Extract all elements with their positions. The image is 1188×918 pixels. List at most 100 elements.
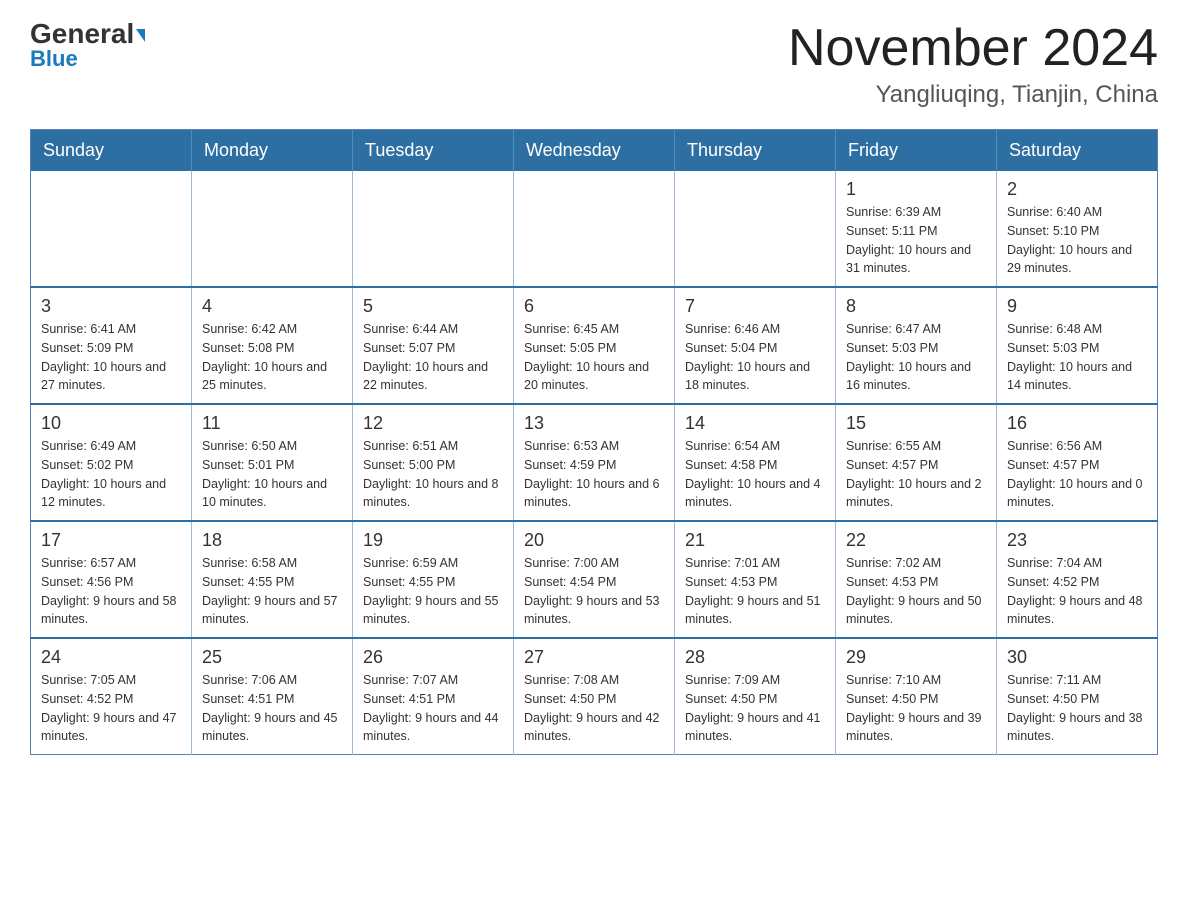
week-row-1: 3 Sunrise: 6:41 AM Sunset: 5:09 PM Daylig…	[31, 287, 1158, 404]
logo: General Blue	[30, 20, 145, 72]
calendar-cell: 13 Sunrise: 6:53 AM Sunset: 4:59 PM Dayli…	[514, 404, 675, 521]
day-info: Sunrise: 6:53 AM Sunset: 4:59 PM Dayligh…	[524, 437, 664, 512]
day-info: Sunrise: 6:51 AM Sunset: 5:00 PM Dayligh…	[363, 437, 503, 512]
day-info: Sunrise: 6:45 AM Sunset: 5:05 PM Dayligh…	[524, 320, 664, 395]
day-info: Sunrise: 7:04 AM Sunset: 4:52 PM Dayligh…	[1007, 554, 1147, 629]
calendar-cell: 8Sunrise: 6:47 AM Sunset: 5:03 PM Daylig…	[836, 287, 997, 404]
day-number: 13	[524, 413, 664, 434]
calendar-table: SundayMondayTuesdayWednesdayThursdayFrid…	[30, 129, 1158, 755]
day-info: Sunrise: 6:56 AM Sunset: 4:57 PM Dayligh…	[1007, 437, 1147, 512]
day-info: Sunrise: 6:39 AM Sunset: 5:11 PM Dayligh…	[846, 203, 986, 278]
day-number: 12	[363, 413, 503, 434]
day-info: Sunrise: 6:46 AM Sunset: 5:04 PM Dayligh…	[685, 320, 825, 395]
day-info: Sunrise: 7:06 AM Sunset: 4:51 PM Dayligh…	[202, 671, 342, 746]
day-number: 25	[202, 647, 342, 668]
header-saturday: Saturday	[997, 130, 1158, 172]
day-number: 7	[685, 296, 825, 317]
day-number: 4	[202, 296, 342, 317]
day-info: Sunrise: 6:57 AM Sunset: 4:56 PM Dayligh…	[41, 554, 181, 629]
calendar-cell: 7 Sunrise: 6:46 AM Sunset: 5:04 PM Daylig…	[675, 287, 836, 404]
calendar-cell: 3 Sunrise: 6:41 AM Sunset: 5:09 PM Daylig…	[31, 287, 192, 404]
week-row-0: 1 Sunrise: 6:39 AM Sunset: 5:11 PM Daylig…	[31, 171, 1158, 287]
day-number: 21	[685, 530, 825, 551]
logo-blue: Blue	[30, 46, 78, 72]
calendar-cell	[514, 171, 675, 287]
day-info: Sunrise: 6:41 AM Sunset: 5:09 PM Dayligh…	[41, 320, 181, 395]
calendar-cell: 5Sunrise: 6:44 AM Sunset: 5:07 PM Daylig…	[353, 287, 514, 404]
day-number: 19	[363, 530, 503, 551]
day-info: Sunrise: 7:01 AM Sunset: 4:53 PM Dayligh…	[685, 554, 825, 629]
header: General Blue November 2024 Yangliuqing, …	[30, 20, 1158, 109]
day-number: 20	[524, 530, 664, 551]
day-info: Sunrise: 7:10 AM Sunset: 4:50 PM Dayligh…	[846, 671, 986, 746]
day-number: 17	[41, 530, 181, 551]
calendar-cell: 6 Sunrise: 6:45 AM Sunset: 5:05 PM Daylig…	[514, 287, 675, 404]
week-row-2: 10 Sunrise: 6:49 AM Sunset: 5:02 PM Dayli…	[31, 404, 1158, 521]
calendar-cell: 17 Sunrise: 6:57 AM Sunset: 4:56 PM Dayli…	[31, 521, 192, 638]
day-info: Sunrise: 7:08 AM Sunset: 4:50 PM Dayligh…	[524, 671, 664, 746]
calendar-cell: 27 Sunrise: 7:08 AM Sunset: 4:50 PM Dayli…	[514, 638, 675, 755]
day-number: 6	[524, 296, 664, 317]
day-number: 1	[846, 179, 986, 200]
day-info: Sunrise: 6:49 AM Sunset: 5:02 PM Dayligh…	[41, 437, 181, 512]
calendar-cell	[192, 171, 353, 287]
calendar-cell: 20 Sunrise: 7:00 AM Sunset: 4:54 PM Dayli…	[514, 521, 675, 638]
calendar-cell: 10 Sunrise: 6:49 AM Sunset: 5:02 PM Dayli…	[31, 404, 192, 521]
calendar-cell: 2 Sunrise: 6:40 AM Sunset: 5:10 PM Daylig…	[997, 171, 1158, 287]
calendar-cell: 18Sunrise: 6:58 AM Sunset: 4:55 PM Dayli…	[192, 521, 353, 638]
month-year-title: November 2024	[788, 20, 1158, 77]
calendar-cell: 4Sunrise: 6:42 AM Sunset: 5:08 PM Daylig…	[192, 287, 353, 404]
day-info: Sunrise: 7:11 AM Sunset: 4:50 PM Dayligh…	[1007, 671, 1147, 746]
day-info: Sunrise: 6:54 AM Sunset: 4:58 PM Dayligh…	[685, 437, 825, 512]
day-number: 10	[41, 413, 181, 434]
calendar-cell	[31, 171, 192, 287]
header-thursday: Thursday	[675, 130, 836, 172]
calendar-cell: 29Sunrise: 7:10 AM Sunset: 4:50 PM Dayli…	[836, 638, 997, 755]
calendar-cell: 30 Sunrise: 7:11 AM Sunset: 4:50 PM Dayli…	[997, 638, 1158, 755]
calendar-cell: 28Sunrise: 7:09 AM Sunset: 4:50 PM Dayli…	[675, 638, 836, 755]
day-info: Sunrise: 6:50 AM Sunset: 5:01 PM Dayligh…	[202, 437, 342, 512]
calendar-cell	[675, 171, 836, 287]
day-number: 2	[1007, 179, 1147, 200]
day-number: 28	[685, 647, 825, 668]
day-number: 3	[41, 296, 181, 317]
week-row-3: 17 Sunrise: 6:57 AM Sunset: 4:56 PM Dayli…	[31, 521, 1158, 638]
day-number: 23	[1007, 530, 1147, 551]
week-row-4: 24Sunrise: 7:05 AM Sunset: 4:52 PM Dayli…	[31, 638, 1158, 755]
calendar-cell: 1 Sunrise: 6:39 AM Sunset: 5:11 PM Daylig…	[836, 171, 997, 287]
day-number: 14	[685, 413, 825, 434]
calendar-cell: 21 Sunrise: 7:01 AM Sunset: 4:53 PM Dayli…	[675, 521, 836, 638]
calendar-header-row: SundayMondayTuesdayWednesdayThursdayFrid…	[31, 130, 1158, 172]
title-area: November 2024 Yangliuqing, Tianjin, Chin…	[788, 20, 1158, 109]
day-info: Sunrise: 6:58 AM Sunset: 4:55 PM Dayligh…	[202, 554, 342, 629]
calendar-cell: 9Sunrise: 6:48 AM Sunset: 5:03 PM Daylig…	[997, 287, 1158, 404]
day-number: 9	[1007, 296, 1147, 317]
day-info: Sunrise: 7:07 AM Sunset: 4:51 PM Dayligh…	[363, 671, 503, 746]
calendar-cell: 19 Sunrise: 6:59 AM Sunset: 4:55 PM Dayli…	[353, 521, 514, 638]
calendar-cell: 26Sunrise: 7:07 AM Sunset: 4:51 PM Dayli…	[353, 638, 514, 755]
day-number: 30	[1007, 647, 1147, 668]
day-number: 27	[524, 647, 664, 668]
calendar-cell: 16Sunrise: 6:56 AM Sunset: 4:57 PM Dayli…	[997, 404, 1158, 521]
calendar-cell: 24Sunrise: 7:05 AM Sunset: 4:52 PM Dayli…	[31, 638, 192, 755]
day-number: 5	[363, 296, 503, 317]
calendar-cell: 11 Sunrise: 6:50 AM Sunset: 5:01 PM Dayli…	[192, 404, 353, 521]
calendar-cell: 22Sunrise: 7:02 AM Sunset: 4:53 PM Dayli…	[836, 521, 997, 638]
day-info: Sunrise: 7:05 AM Sunset: 4:52 PM Dayligh…	[41, 671, 181, 746]
calendar-cell: 15Sunrise: 6:55 AM Sunset: 4:57 PM Dayli…	[836, 404, 997, 521]
day-info: Sunrise: 6:59 AM Sunset: 4:55 PM Dayligh…	[363, 554, 503, 629]
day-number: 11	[202, 413, 342, 434]
calendar-cell: 23 Sunrise: 7:04 AM Sunset: 4:52 PM Dayli…	[997, 521, 1158, 638]
day-info: Sunrise: 6:47 AM Sunset: 5:03 PM Dayligh…	[846, 320, 986, 395]
day-number: 15	[846, 413, 986, 434]
header-tuesday: Tuesday	[353, 130, 514, 172]
header-sunday: Sunday	[31, 130, 192, 172]
header-monday: Monday	[192, 130, 353, 172]
calendar-cell: 12 Sunrise: 6:51 AM Sunset: 5:00 PM Dayli…	[353, 404, 514, 521]
logo-text: General	[30, 20, 145, 48]
location-subtitle: Yangliuqing, Tianjin, China	[788, 81, 1158, 109]
day-info: Sunrise: 6:40 AM Sunset: 5:10 PM Dayligh…	[1007, 203, 1147, 278]
day-number: 22	[846, 530, 986, 551]
calendar-cell: 25 Sunrise: 7:06 AM Sunset: 4:51 PM Dayli…	[192, 638, 353, 755]
day-info: Sunrise: 7:00 AM Sunset: 4:54 PM Dayligh…	[524, 554, 664, 629]
